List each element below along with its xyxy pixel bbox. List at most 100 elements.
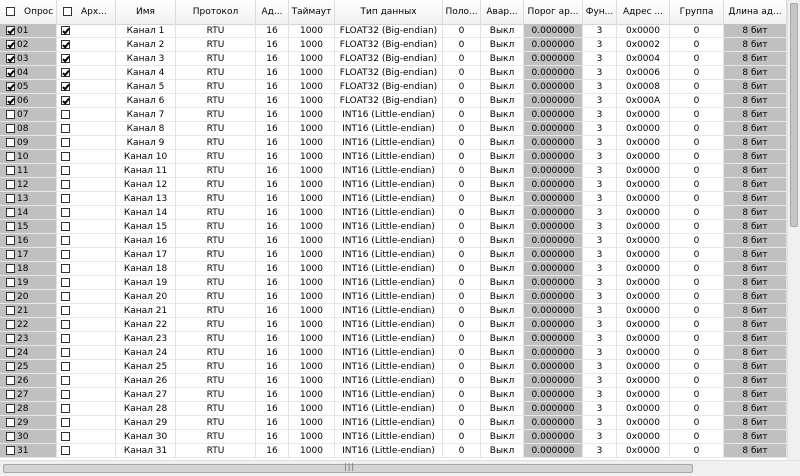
cell-position[interactable]: 0 [443, 276, 481, 290]
cell-length[interactable]: 8 бит [724, 164, 787, 178]
cell-data_type[interactable]: INT16 (Little-endian) [335, 304, 443, 318]
cell-address[interactable]: 16 [256, 122, 289, 136]
cell-poll[interactable]: 11 [0, 164, 57, 178]
cell-alarm[interactable]: Выкл [481, 360, 524, 374]
poll-checkbox[interactable] [6, 82, 15, 91]
cell-alarm[interactable]: Выкл [481, 66, 524, 80]
table-row[interactable]: 02 Канал 2 RTU 16 1000 FLOAT32 (Big-endian) 0 В… [0, 38, 787, 52]
archive-checkbox[interactable] [61, 82, 70, 91]
cell-data_type[interactable]: INT16 (Little-endian) [335, 234, 443, 248]
cell-threshold[interactable]: 0.000000 [524, 80, 583, 94]
table-row[interactable]: 31 Канал 31 RTU 16 1000 INT16 (Little-endian)… [0, 444, 787, 458]
table-row[interactable]: 01 Канал 1 RTU 16 1000 FLOAT32 (Big-endian) 0 В… [0, 24, 787, 38]
cell-poll[interactable]: 22 [0, 318, 57, 332]
archive-checkbox[interactable] [61, 362, 70, 371]
table-row[interactable]: 13 Канал 13 RTU 16 1000 INT16 (Little-endian)… [0, 192, 787, 206]
cell-protocol[interactable]: RTU [176, 248, 256, 262]
cell-alarm[interactable]: Выкл [481, 276, 524, 290]
cell-position[interactable]: 0 [443, 136, 481, 150]
cell-threshold[interactable]: 0.000000 [524, 122, 583, 136]
cell-function[interactable]: 3 [583, 248, 617, 262]
cell-position[interactable]: 0 [443, 66, 481, 80]
column-header-name[interactable]: Имя [116, 0, 176, 24]
cell-group[interactable]: 0 [670, 444, 724, 458]
cell-data_type[interactable]: INT16 (Little-endian) [335, 108, 443, 122]
cell-length[interactable]: 8 бит [724, 108, 787, 122]
poll-checkbox[interactable] [6, 432, 15, 441]
column-header-alarm[interactable]: Авар... [481, 0, 524, 24]
cell-threshold[interactable]: 0.000000 [524, 262, 583, 276]
cell-protocol[interactable]: RTU [176, 374, 256, 388]
poll-checkbox[interactable] [6, 54, 15, 63]
cell-threshold[interactable]: 0.000000 [524, 52, 583, 66]
cell-poll[interactable]: 16 [0, 234, 57, 248]
cell-name[interactable]: Канал 3 [116, 52, 176, 66]
cell-reg_address[interactable]: 0x0000 [617, 234, 670, 248]
column-header-reg_address[interactable]: Адрес ... [617, 0, 670, 24]
cell-position[interactable]: 0 [443, 360, 481, 374]
cell-timeout[interactable]: 1000 [289, 318, 335, 332]
cell-archive[interactable] [57, 248, 116, 262]
archive-checkbox[interactable] [61, 194, 70, 203]
cell-timeout[interactable]: 1000 [289, 360, 335, 374]
cell-reg_address[interactable]: 0x0000 [617, 276, 670, 290]
cell-archive[interactable] [57, 192, 116, 206]
table-row[interactable]: 17 Канал 17 RTU 16 1000 INT16 (Little-endian)… [0, 248, 787, 262]
cell-reg_address[interactable]: 0x000A [617, 94, 670, 108]
cell-threshold[interactable]: 0.000000 [524, 206, 583, 220]
cell-alarm[interactable]: Выкл [481, 192, 524, 206]
cell-group[interactable]: 0 [670, 94, 724, 108]
cell-name[interactable]: Канал 4 [116, 66, 176, 80]
poll-checkbox[interactable] [6, 110, 15, 119]
cell-group[interactable]: 0 [670, 276, 724, 290]
cell-name[interactable]: Канал 11 [116, 164, 176, 178]
table-row[interactable]: 08 Канал 8 RTU 16 1000 INT16 (Little-endian) 0… [0, 122, 787, 136]
cell-function[interactable]: 3 [583, 234, 617, 248]
cell-archive[interactable] [57, 360, 116, 374]
cell-threshold[interactable]: 0.000000 [524, 388, 583, 402]
cell-timeout[interactable]: 1000 [289, 220, 335, 234]
cell-archive[interactable] [57, 444, 116, 458]
cell-address[interactable]: 16 [256, 318, 289, 332]
cell-data_type[interactable]: INT16 (Little-endian) [335, 388, 443, 402]
cell-address[interactable]: 16 [256, 416, 289, 430]
cell-reg_address[interactable]: 0x0002 [617, 38, 670, 52]
cell-data_type[interactable]: INT16 (Little-endian) [335, 206, 443, 220]
cell-position[interactable]: 0 [443, 374, 481, 388]
cell-reg_address[interactable]: 0x0000 [617, 206, 670, 220]
poll-checkbox[interactable] [6, 362, 15, 371]
cell-threshold[interactable]: 0.000000 [524, 150, 583, 164]
cell-position[interactable]: 0 [443, 416, 481, 430]
cell-protocol[interactable]: RTU [176, 430, 256, 444]
cell-archive[interactable] [57, 276, 116, 290]
cell-timeout[interactable]: 1000 [289, 234, 335, 248]
table-row[interactable]: 25 Канал 25 RTU 16 1000 INT16 (Little-endian)… [0, 360, 787, 374]
cell-address[interactable]: 16 [256, 430, 289, 444]
cell-address[interactable]: 16 [256, 262, 289, 276]
cell-position[interactable]: 0 [443, 318, 481, 332]
cell-group[interactable]: 0 [670, 262, 724, 276]
cell-group[interactable]: 0 [670, 416, 724, 430]
cell-group[interactable]: 0 [670, 24, 724, 38]
cell-data_type[interactable]: INT16 (Little-endian) [335, 444, 443, 458]
cell-length[interactable]: 8 бит [724, 80, 787, 94]
cell-protocol[interactable]: RTU [176, 38, 256, 52]
cell-poll[interactable]: 09 [0, 136, 57, 150]
cell-poll[interactable]: 27 [0, 388, 57, 402]
cell-protocol[interactable]: RTU [176, 94, 256, 108]
cell-function[interactable]: 3 [583, 360, 617, 374]
cell-timeout[interactable]: 1000 [289, 24, 335, 38]
archive-checkbox[interactable] [61, 68, 70, 77]
column-header-length[interactable]: Длина ад... [724, 0, 787, 24]
poll-checkbox[interactable] [6, 124, 15, 133]
cell-group[interactable]: 0 [670, 178, 724, 192]
cell-length[interactable]: 8 бит [724, 38, 787, 52]
cell-group[interactable]: 0 [670, 374, 724, 388]
poll-checkbox[interactable] [6, 306, 15, 315]
cell-threshold[interactable]: 0.000000 [524, 108, 583, 122]
header-poll-checkbox[interactable] [6, 7, 15, 16]
cell-archive[interactable] [57, 290, 116, 304]
cell-position[interactable]: 0 [443, 388, 481, 402]
cell-address[interactable]: 16 [256, 52, 289, 66]
cell-protocol[interactable]: RTU [176, 444, 256, 458]
